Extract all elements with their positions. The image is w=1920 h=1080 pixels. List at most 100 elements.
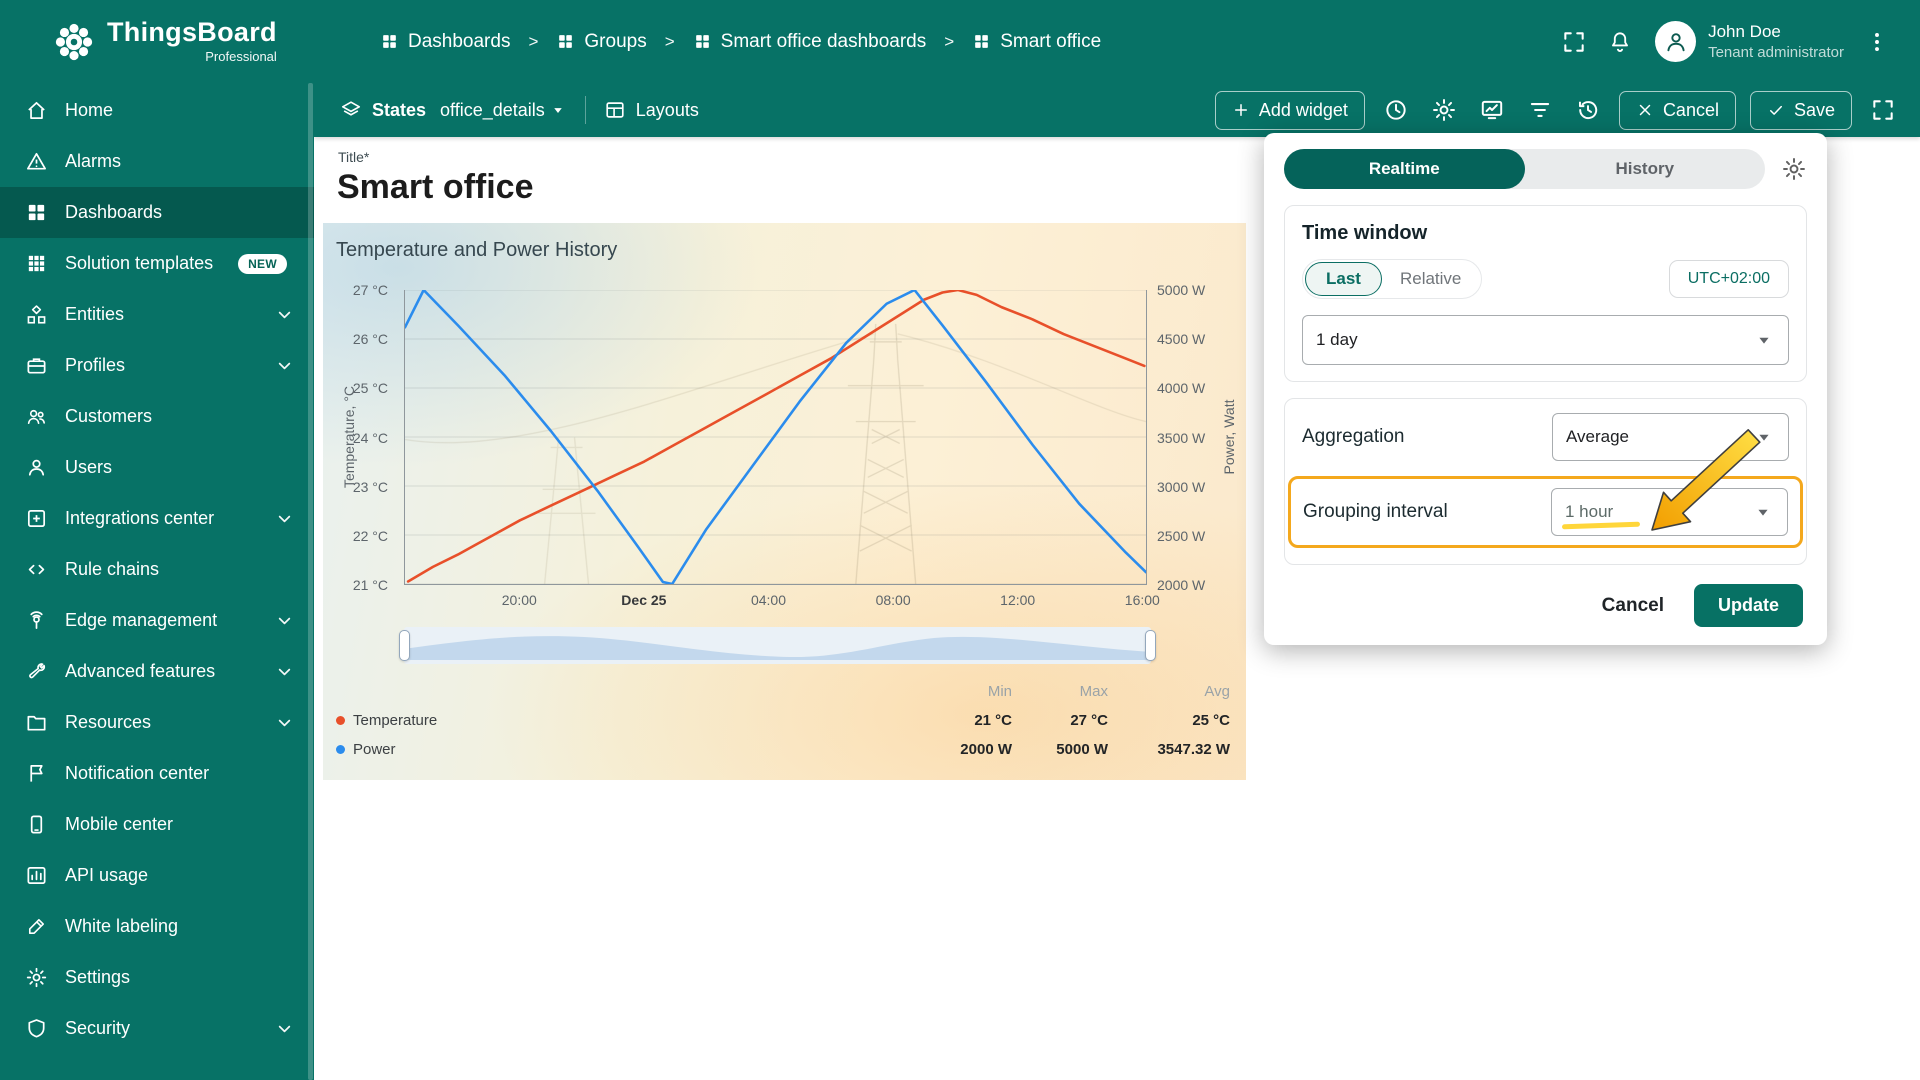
aggregation-value: Average [1566,427,1630,446]
states-select[interactable]: office_details [440,100,545,121]
breadcrumb-smart-office-d[interactable]: Smart office dashboards [693,31,926,53]
sidebar-item-resources[interactable]: Resources [0,697,314,748]
breadcrumb-groups[interactable]: Groups [556,30,647,53]
new-badge: NEW [238,253,287,274]
filters-button[interactable] [1517,88,1563,132]
layouts-button[interactable]: Layouts [636,100,699,121]
toolbar-fullscreen-button[interactable] [1860,88,1906,132]
entity-aliases-button[interactable] [1469,88,1515,132]
sidebar-item-rule-chains[interactable]: Rule chains [0,544,314,595]
cancel-edit-button[interactable]: Cancel [1618,90,1736,130]
time-range-slider[interactable] [399,627,1156,664]
gear-icon [25,966,48,989]
version-control-button[interactable] [1565,88,1611,132]
breadcrumb-label: Groups [584,30,647,52]
sidebar-item-notification-center[interactable]: Notification center [0,748,314,799]
time-window-popup: Realtime History Time window Last Relati… [1264,133,1827,645]
stats-header-avg[interactable]: Avg [1108,683,1230,700]
save-button[interactable]: Save [1749,90,1852,130]
dashboard-settings-button[interactable] [1421,88,1467,132]
fullscreen-icon [1870,97,1896,123]
chart-widget: Temperature and Power History Temperatur… [323,223,1246,780]
fullscreen-icon [1561,29,1587,55]
tab-history[interactable]: History [1525,149,1766,189]
sidebar-item-dashboards[interactable]: Dashboards [0,187,314,238]
sidebar-item-label: Edge management [65,610,218,630]
tab-realtime[interactable]: Realtime [1284,149,1525,189]
timewindow-interval-value: 1 day [1316,330,1358,349]
toolbar-right: Add widget Cancel Save [1209,88,1906,132]
sidebar-item-white-labeling[interactable]: White labeling [0,901,314,952]
caret-down-icon [1753,329,1775,351]
y-axis-ticks-left: 27 °C 26 °C 25 °C 24 °C 23 °C 22 °C 21 °C [352,282,388,593]
legend-item-power[interactable]: Power [336,741,920,758]
sidebar-item-label: API usage [65,865,149,885]
chevron-down-icon [273,354,296,377]
chevron-down-icon [273,711,296,734]
gear-icon [1431,97,1457,123]
temperature-series-dot [336,716,345,725]
sidebar-item-entities[interactable]: Entities [0,289,314,340]
caret-down-icon[interactable] [549,101,567,119]
groups-icon [556,32,575,51]
aggregation-select[interactable]: Average [1552,413,1789,461]
time-window-button[interactable] [1373,88,1419,132]
power-max: 5000 W [1056,741,1108,758]
monitor-chart-icon [1479,97,1505,123]
timewindow-interval-select[interactable]: 1 day [1302,315,1789,365]
thingsboard-logo[interactable]: ThingsBoard Professional [0,19,314,64]
chevron-down-icon [273,303,296,326]
sidebar-item-users[interactable]: Users [0,442,314,493]
user-menu-button[interactable] [1854,20,1900,64]
background-pylon-art [405,323,1146,584]
dashboard-toolbar: States office_details Layouts Add widget… [314,83,1920,137]
dashboard-icon [972,32,991,51]
realtime-history-toggle: Realtime History [1284,149,1765,189]
notifications-button[interactable] [1597,20,1643,64]
popup-header-row: Realtime History [1284,149,1807,189]
sidebar-item-customers[interactable]: Customers [0,391,314,442]
sidebar-item-label: Home [65,100,114,120]
breadcrumb-smart-office[interactable]: Smart office [972,31,1101,53]
annotation-underline [1561,521,1641,530]
breadcrumb-separator: > [664,31,675,51]
sidebar-item-profiles[interactable]: Profiles [0,340,314,391]
sidebar-item-security[interactable]: Security [0,1003,314,1054]
sidebar-item-integrations-center[interactable]: Integrations center [0,493,314,544]
option-relative[interactable]: Relative [1382,263,1479,295]
user-info[interactable]: John Doe Tenant administrator [1708,21,1844,63]
option-last[interactable]: Last [1305,262,1382,296]
states-layers-icon [340,99,362,121]
stats-header-min[interactable]: Min [920,683,1012,700]
update-button[interactable]: Update [1693,584,1803,627]
slider-handle-right[interactable] [1145,630,1156,661]
add-widget-button[interactable]: Add widget [1214,90,1365,130]
grouping-interval-select[interactable]: 1 hour [1551,488,1788,536]
slider-handle-left[interactable] [399,630,410,661]
time-window-settings-button[interactable] [1781,156,1807,182]
top-header: ThingsBoard Professional Dashboards > Gr… [0,0,1920,83]
popup-cancel-button[interactable]: Cancel [1602,595,1664,617]
sidebar-item-alarms[interactable]: Alarms [0,136,314,187]
user-avatar[interactable] [1655,21,1697,62]
sidebar-item-api-usage[interactable]: API usage [0,850,314,901]
check-icon [1767,101,1785,119]
timezone-button[interactable]: UTC+02:00 [1668,260,1789,298]
sidebar-item-mobile-center[interactable]: Mobile center [0,799,314,850]
sidebar-item-edge-management[interactable]: Edge management [0,595,314,646]
sidebar-item-settings[interactable]: Settings [0,952,314,1003]
dashboard-title-input[interactable]: Smart office [337,168,534,207]
breadcrumb-dashboards[interactable]: Dashboards [380,31,510,53]
sidebar-item-advanced-features[interactable]: Advanced features [0,646,314,697]
person-icon [25,456,48,479]
sidebar-item-solution-templates[interactable]: Solution templates NEW [0,238,314,289]
states-label: States [372,99,427,120]
close-icon [1636,101,1654,119]
sidebar-item-label: Settings [65,967,131,987]
sidebar-item-home[interactable]: Home [0,85,314,136]
integrations-icon [25,507,48,530]
stats-header-max[interactable]: Max [1012,683,1108,700]
header-fullscreen-button[interactable] [1551,20,1597,64]
folder-icon [25,711,48,734]
legend-item-temperature[interactable]: Temperature [336,712,920,729]
